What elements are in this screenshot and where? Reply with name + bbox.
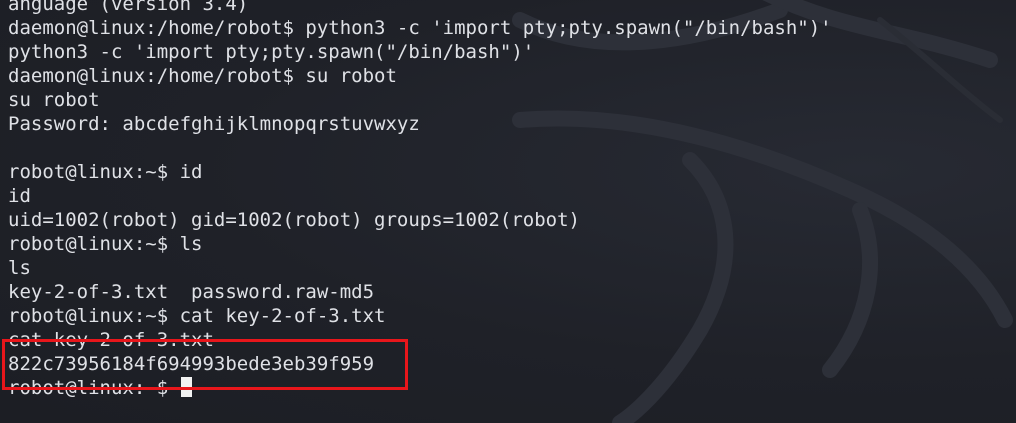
output-line: ls <box>8 257 31 279</box>
output-line: uid=1002(robot) gid=1002(robot) groups=1… <box>8 209 580 231</box>
highlight-box <box>2 339 408 390</box>
command-line: robot@linux:~$ ls <box>8 233 203 255</box>
command-line: daemon@linux:/home/robot$ python3 -c 'im… <box>8 17 832 39</box>
output-line: python3 -c 'import pty;pty.spawn("/bin/b… <box>8 41 535 63</box>
command-line: robot@linux:~$ id <box>8 161 203 183</box>
terminal-window[interactable]: anguage (version 3.4) daemon@linux:/home… <box>0 0 1016 423</box>
command-line: daemon@linux:/home/robot$ su robot <box>8 65 397 87</box>
output-line: Password: abcdefghijklmnopqrstuvwxyz <box>8 113 420 135</box>
output-line: key-2-of-3.txt password.raw-md5 <box>8 281 375 303</box>
output-line: anguage (version 3.4) <box>8 0 249 15</box>
output-line: su robot <box>8 89 100 111</box>
command-line: robot@linux:~$ cat key-2-of-3.txt <box>8 305 386 327</box>
output-line: id <box>8 185 31 207</box>
